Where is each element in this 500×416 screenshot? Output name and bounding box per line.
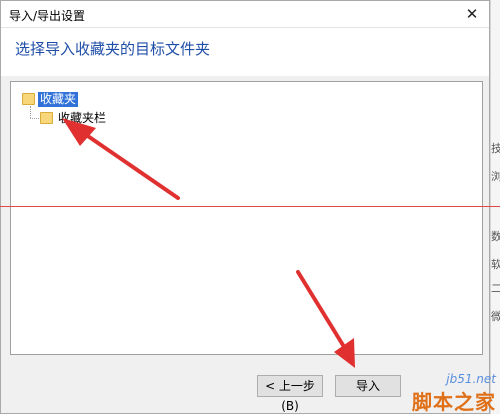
- watermark: jb51.net 脚本之家: [412, 372, 496, 415]
- folder-icon: [22, 93, 35, 105]
- import-export-dialog: 导入/导出设置 ✕ 选择导入收藏夹的目标文件夹 收藏夹 收藏夹栏 < 上一步(B…: [0, 0, 490, 414]
- instruction-text: 选择导入收藏夹的目标文件夹: [15, 40, 211, 58]
- side-text: 二: [491, 280, 500, 296]
- tree-item-favorites-bar[interactable]: 收藏夹栏: [40, 110, 108, 126]
- tree-item-favorites[interactable]: 收藏夹: [22, 91, 79, 107]
- import-button[interactable]: 导入: [335, 375, 401, 397]
- tree-item-label: 收藏夹栏: [58, 110, 107, 125]
- watermark-name: 脚本之家: [412, 390, 496, 414]
- close-icon[interactable]: ✕: [461, 3, 483, 25]
- side-text: 数: [491, 228, 500, 244]
- tree-connector: [30, 118, 39, 119]
- guide-line: [0, 206, 500, 207]
- tree-connector: [30, 106, 31, 118]
- background-window-strip: 技 浏 数 软 二 微: [490, 0, 500, 414]
- window-title: 导入/导出设置: [9, 9, 86, 23]
- watermark-url: jb51.net: [446, 372, 496, 386]
- instruction-header: 选择导入收藏夹的目标文件夹: [1, 28, 489, 76]
- side-text: 微: [491, 308, 500, 324]
- side-text: 浏: [491, 168, 500, 184]
- side-text: 技: [491, 140, 500, 156]
- folder-icon: [40, 112, 53, 124]
- side-text: 软: [491, 256, 500, 272]
- back-button[interactable]: < 上一步(B): [257, 375, 323, 413]
- tree-item-label: 收藏夹: [38, 91, 79, 107]
- title-bar: 导入/导出设置 ✕: [1, 1, 489, 28]
- folder-tree[interactable]: 收藏夹 收藏夹栏: [10, 81, 483, 355]
